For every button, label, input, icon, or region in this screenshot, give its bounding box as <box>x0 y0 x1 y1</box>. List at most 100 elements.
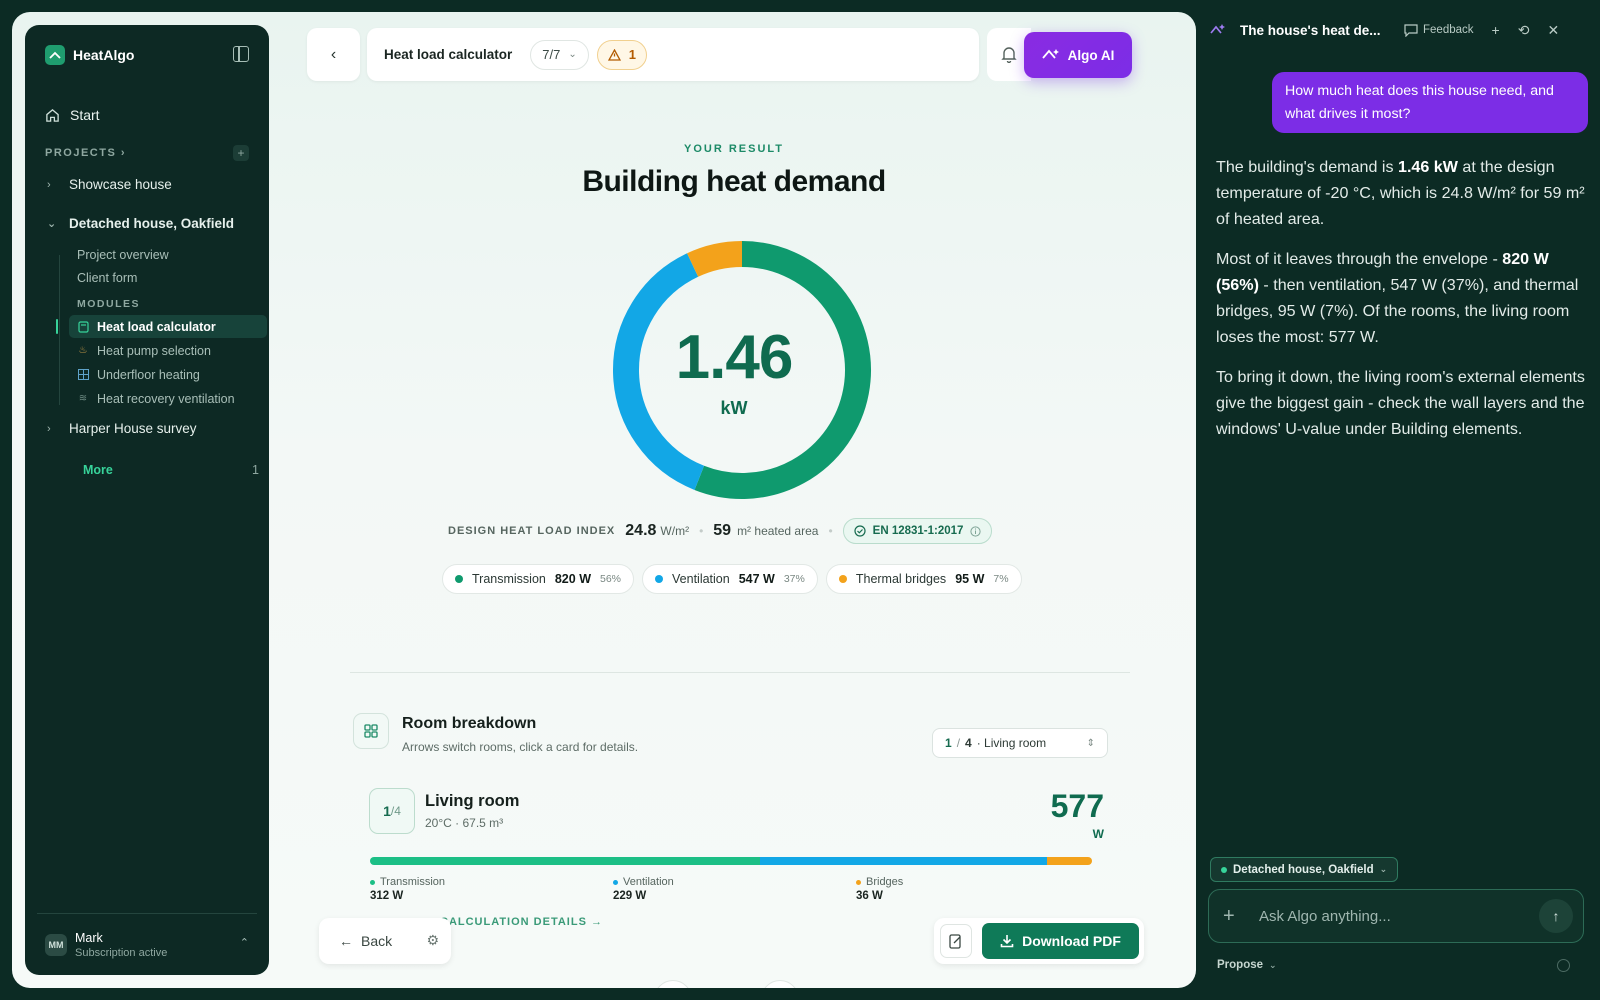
home-icon <box>46 108 59 122</box>
feedback-button[interactable]: Feedback <box>1404 23 1474 37</box>
report-edit-icon[interactable] <box>940 924 972 958</box>
new-chat-icon[interactable]: + <box>1492 22 1500 38</box>
legend-transmission: Transmission 312 W <box>370 876 445 902</box>
more-projects[interactable]: More 1 <box>83 463 259 477</box>
brand-name: HeatAlgo <box>73 47 135 63</box>
standard-badge[interactable]: EN 12831-1:2017 <box>842 518 993 544</box>
module-title: Heat load calculator <box>384 47 513 62</box>
download-pdf-button[interactable]: Download PDF <box>982 923 1139 959</box>
warning-icon <box>607 48 621 61</box>
bar-segment-bridges <box>1046 857 1092 865</box>
donut-segment-thermal-bridges <box>687 241 743 277</box>
download-icon <box>1000 935 1014 948</box>
history-icon[interactable]: ⟲ <box>1518 22 1530 39</box>
room-current: 1 <box>945 736 952 750</box>
legend-dot <box>838 575 847 583</box>
more-label: More <box>83 463 113 477</box>
main-window: HeatAlgo Start PROJECTS › + › Showcase h… <box>12 12 1196 988</box>
gear-icon[interactable]: ⚙ <box>426 932 439 949</box>
legend-label: Bridges <box>866 876 904 888</box>
next-room-button[interactable]: › <box>761 980 799 988</box>
component-chips: Transmission 820 W 56% Ventilation 547 W… <box>442 564 1022 594</box>
project-detached-house[interactable]: ⌄ Detached house, Oakfield <box>47 216 234 231</box>
reply-text: To bring it down, the living room's exte… <box>1216 368 1585 438</box>
step-selector[interactable]: 7/7 ⌄ <box>530 39 589 70</box>
grid-icon <box>353 713 389 749</box>
context-selector[interactable]: Detached house, Oakfield ⌄ <box>1210 857 1399 882</box>
section-divider <box>350 672 1130 673</box>
legend-value: 229 W <box>613 890 647 902</box>
total-demand-value: 1.46 <box>675 323 794 392</box>
avatar: MM <box>45 933 67 956</box>
chip-value: 547 W <box>738 572 775 586</box>
client-form-link[interactable]: Client form <box>77 271 137 285</box>
user-menu[interactable]: MM Mark Subscription active ⌃ <box>37 913 257 975</box>
legend-dot <box>856 879 861 885</box>
modules-label: MODULES <box>77 298 140 310</box>
warning-count: 1 <box>628 47 636 62</box>
sidebar-item-start[interactable]: Start <box>45 107 100 123</box>
chip-value: 820 W <box>554 572 591 586</box>
chip-label: Ventilation <box>672 572 730 586</box>
room-selector[interactable]: 1 / 4 · Living room ⇕ <box>932 728 1108 758</box>
room-name[interactable]: Living room <box>425 792 519 811</box>
close-icon[interactable]: ✕ <box>1547 22 1559 39</box>
room-select-label: · Living room <box>976 736 1047 750</box>
chat-title: The house's heat de... <box>1240 22 1381 38</box>
project-harper-house[interactable]: › Harper House survey <box>47 421 197 436</box>
chat-input[interactable]: Ask Algo anything... <box>1259 908 1539 925</box>
sidebar-toggle-icon[interactable] <box>233 46 249 62</box>
assistant-message-paragraph: Most of it leaves through the envelope -… <box>1216 246 1586 350</box>
back-step-button[interactable]: ← Back ⚙ <box>319 918 451 964</box>
room-watts-unit: W <box>1092 827 1104 841</box>
arrow-up-icon: ↑ <box>1552 908 1560 924</box>
room-loss-bar <box>370 857 1092 865</box>
brand[interactable]: HeatAlgo <box>45 45 134 65</box>
result-eyebrow: YOUR RESULT <box>683 143 785 155</box>
download-label: Download PDF <box>1022 933 1121 949</box>
algo-ai-label: Algo AI <box>1067 47 1115 63</box>
project-label: Detached house, Oakfield <box>69 216 235 231</box>
room-index-badge: 1/4 <box>369 788 415 834</box>
export-bar: Download PDF <box>934 918 1144 964</box>
module-header: Heat load calculator 7/7 ⌄ 1 <box>367 28 979 81</box>
component-chip-transmission[interactable]: Transmission 820 W 56% <box>442 564 635 594</box>
attach-icon[interactable]: + <box>1223 905 1245 928</box>
chat-input-box: + Ask Algo anything... ↑ <box>1208 889 1584 943</box>
chevron-down-icon: ⌄ <box>1379 864 1388 874</box>
component-chip-ventilation[interactable]: Ventilation 547 W 37% <box>642 564 818 594</box>
calculation-details-link[interactable]: CALCULATION DETAILS → <box>440 916 603 928</box>
room-meta: 20°C · 67.5 m³ <box>425 816 504 830</box>
legend-dot <box>370 879 375 885</box>
legend-label: Ventilation <box>623 876 674 888</box>
index-value: 24.8 <box>625 522 657 539</box>
result-title: Building heat demand <box>582 165 886 198</box>
ai-chat-panel: The house's heat de... Feedback + ⟲ ✕ Ho… <box>1196 0 1600 1000</box>
back-button[interactable]: ‹ <box>307 28 360 81</box>
logo-icon <box>45 45 65 65</box>
previous-room-button[interactable]: ‹ <box>654 980 692 988</box>
more-count: 1 <box>252 463 259 477</box>
reply-text: The building's demand is <box>1216 158 1398 176</box>
send-button[interactable]: ↑ <box>1539 899 1573 933</box>
mode-selector[interactable]: Propose ⌄ <box>1217 959 1277 971</box>
room-watts: 577 <box>1050 788 1104 824</box>
project-overview-link[interactable]: Project overview <box>77 248 169 262</box>
warnings-badge[interactable]: 1 <box>596 39 647 70</box>
sparkle-icon <box>1041 49 1059 59</box>
index-label: DESIGN HEAT LOAD INDEX <box>448 525 616 537</box>
mode-label: Propose <box>1217 959 1264 971</box>
area-unit: m² heated area <box>737 524 819 538</box>
component-chip-thermal-bridges[interactable]: Thermal bridges 95 W 7% <box>825 564 1022 594</box>
check-circle-icon <box>854 525 866 537</box>
chevron-down-icon: ⌄ <box>47 218 57 230</box>
legend-dot <box>655 575 664 583</box>
room-of: /4 <box>390 804 401 818</box>
arrow-left-icon: ← <box>339 933 353 949</box>
algo-ai-button[interactable]: Algo AI <box>1024 32 1132 78</box>
chevron-down-icon: ⌄ <box>1269 959 1277 970</box>
room-breakdown-title: Room breakdown <box>402 715 537 732</box>
chevron-right-icon: › <box>47 422 51 435</box>
status-indicator-icon <box>1557 959 1570 972</box>
separator-dot: • <box>699 524 704 538</box>
